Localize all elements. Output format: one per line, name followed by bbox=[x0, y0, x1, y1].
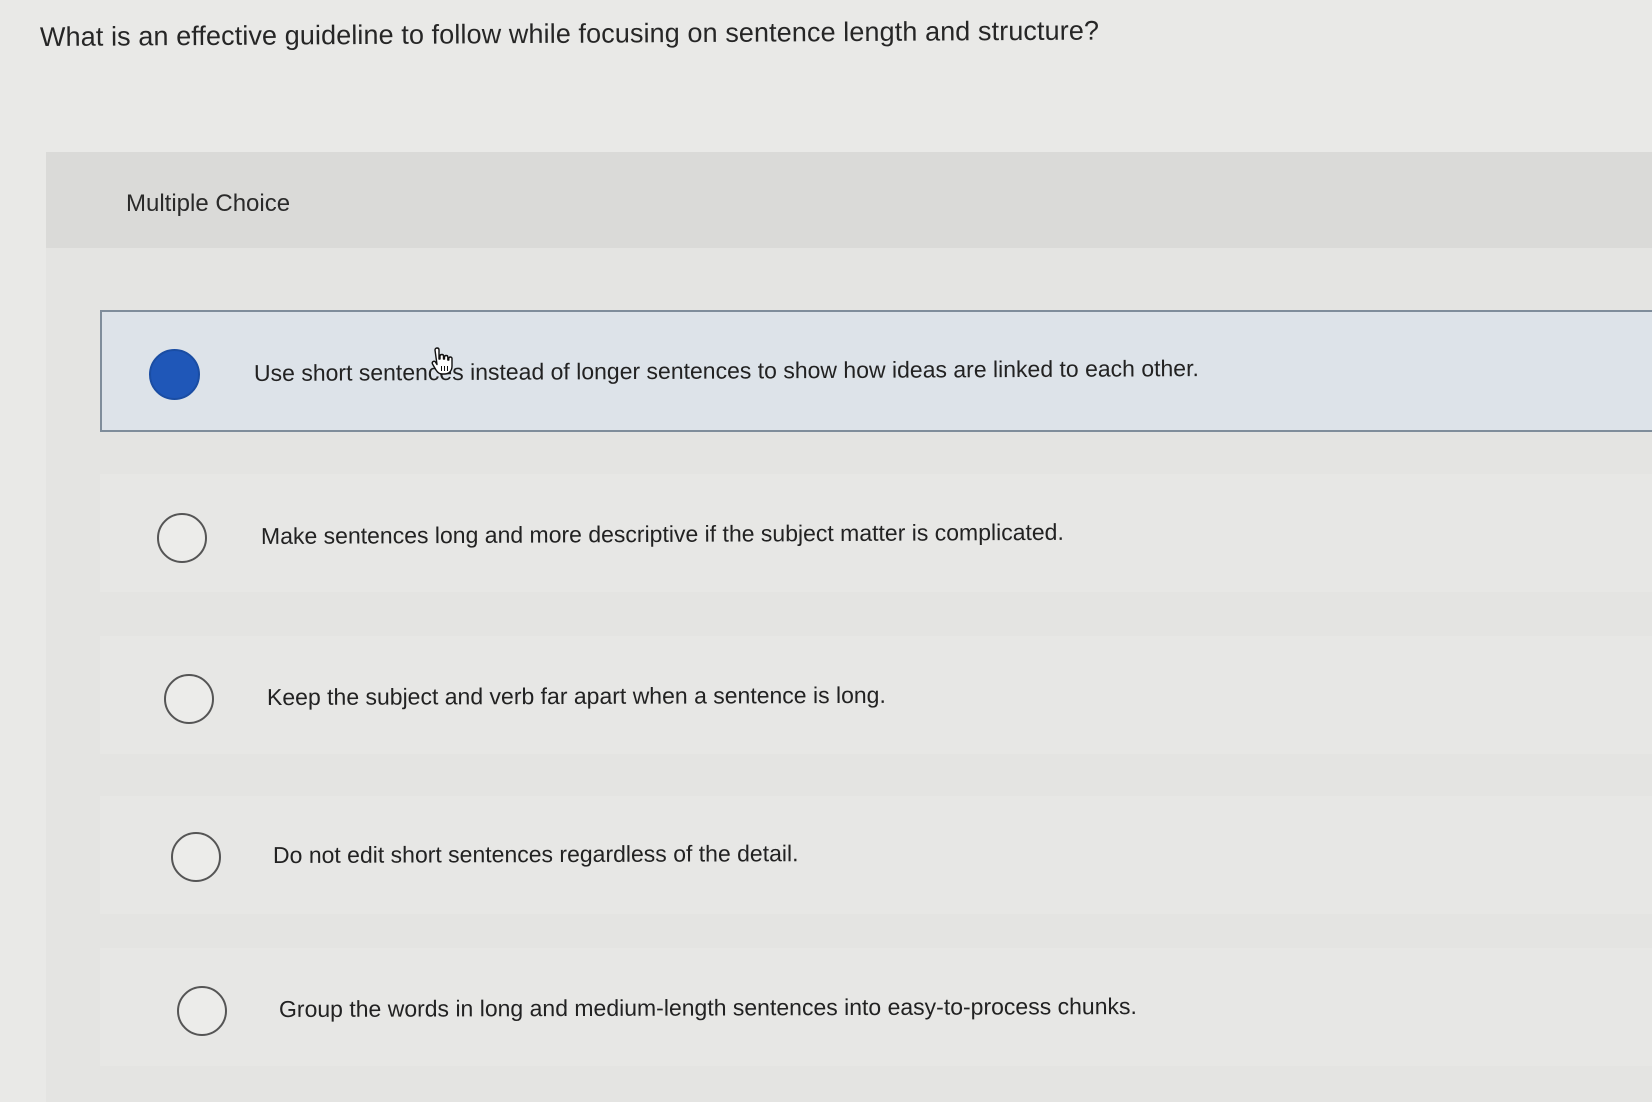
option-5-label: Group the words in long and medium-lengt… bbox=[278, 993, 1137, 1022]
radio-button-option-5[interactable] bbox=[177, 986, 227, 1036]
question-text: What is an effective guideline to follow… bbox=[39, 15, 1100, 52]
radio-button-option-4[interactable] bbox=[171, 832, 221, 882]
option-1-label: Use short sentences instead of longer se… bbox=[253, 355, 1199, 386]
option-2-label: Make sentences long and more descriptive… bbox=[260, 518, 1064, 549]
radio-button-option-2[interactable] bbox=[157, 513, 207, 563]
radio-button-option-1[interactable] bbox=[149, 349, 200, 400]
radio-button-option-3[interactable] bbox=[164, 674, 214, 724]
option-4-label: Do not edit short sentences regardless o… bbox=[272, 840, 799, 868]
option-3-label: Keep the subject and verb far apart when… bbox=[266, 681, 886, 710]
multiple-choice-label: Multiple Choice bbox=[126, 190, 291, 217]
hand-cursor-icon bbox=[431, 347, 453, 375]
